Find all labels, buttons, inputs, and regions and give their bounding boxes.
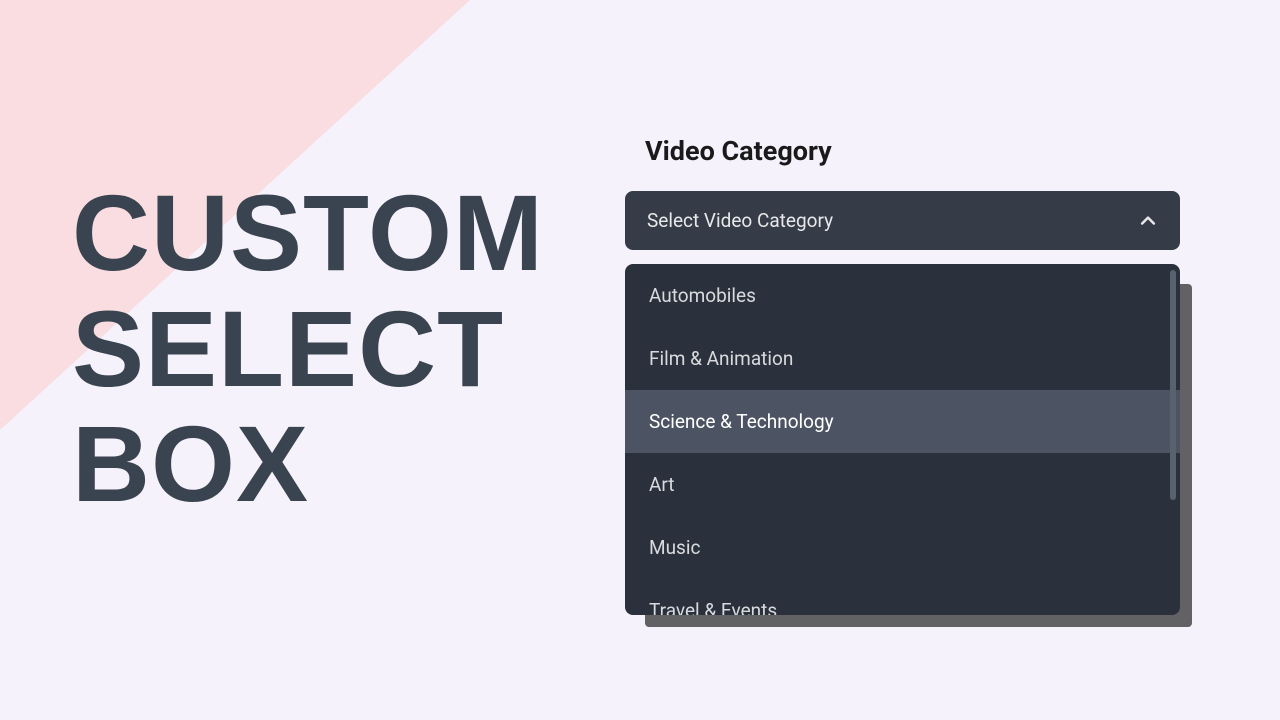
headline-line-3: BOX	[72, 406, 544, 522]
headline-line-2: SELECT	[72, 291, 544, 407]
option-film-animation[interactable]: Film & Animation	[625, 327, 1180, 390]
select-placeholder: Select Video Category	[647, 209, 833, 232]
option-automobiles[interactable]: Automobiles	[625, 264, 1180, 327]
option-art[interactable]: Art	[625, 453, 1180, 516]
option-travel-events[interactable]: Travel & Events	[625, 579, 1180, 615]
option-music[interactable]: Music	[625, 516, 1180, 579]
select-dropdown[interactable]: Automobiles Film & Animation Science & T…	[625, 264, 1180, 615]
chevron-up-icon	[1138, 211, 1158, 231]
select-toggle[interactable]: Select Video Category	[625, 191, 1180, 250]
select-label: Video Category	[625, 135, 1180, 167]
select-widget: Video Category Select Video Category Aut…	[625, 135, 1180, 615]
option-science-technology[interactable]: Science & Technology	[625, 390, 1180, 453]
scrollbar-thumb[interactable]	[1170, 270, 1176, 500]
headline-text: CUSTOM SELECT BOX	[72, 175, 544, 522]
headline-line-1: CUSTOM	[72, 175, 544, 291]
